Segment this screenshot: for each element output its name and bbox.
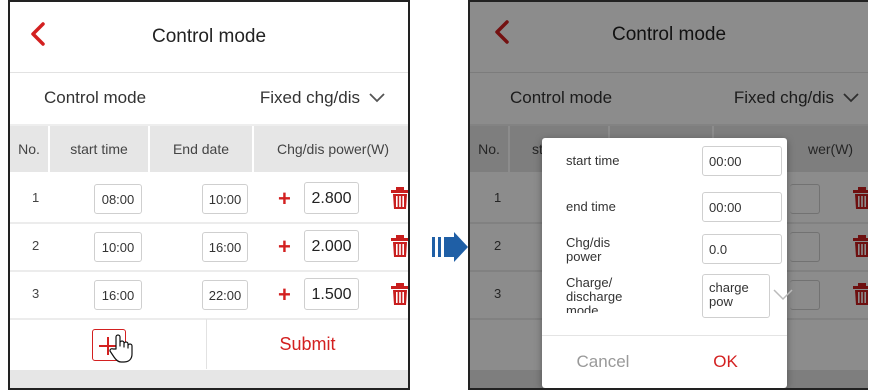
column-header-end-date: End date bbox=[150, 126, 254, 172]
start-time-label: start time bbox=[566, 153, 620, 168]
control-mode-value: Fixed chg/dis bbox=[259, 88, 360, 107]
plus-sign-button[interactable]: + bbox=[278, 233, 291, 261]
mode-select-value: pow bbox=[709, 294, 733, 309]
start-time-input[interactable]: 16:00 bbox=[94, 280, 142, 310]
end-time-input[interactable]: 16:00 bbox=[202, 232, 248, 262]
start-time-input[interactable]: 08:00 bbox=[94, 184, 142, 214]
footer-bar: Submit bbox=[10, 319, 408, 369]
end-time-input[interactable]: 22:00 bbox=[202, 280, 248, 310]
column-header-start-time: start time bbox=[50, 126, 150, 172]
row-number: 2 bbox=[32, 238, 40, 253]
bottom-bar bbox=[10, 370, 408, 388]
row-number: 3 bbox=[32, 286, 40, 301]
edit-row-dialog: start time 00:00 end time 00:00 Chg/dis … bbox=[542, 138, 793, 388]
table-row: 2 10:00 16:00 + 2.000 bbox=[10, 224, 408, 272]
control-mode-select[interactable]: Fixed chg/dis bbox=[260, 88, 386, 108]
cancel-button[interactable]: Cancel bbox=[542, 352, 664, 372]
trash-icon[interactable] bbox=[390, 282, 410, 306]
page-title: Control mode bbox=[151, 26, 267, 47]
end-time-input[interactable]: 00:00 bbox=[702, 192, 782, 222]
start-time-input[interactable]: 00:00 bbox=[702, 146, 782, 176]
control-mode-label: Control mode bbox=[44, 88, 147, 107]
transition-arrow-icon bbox=[432, 232, 468, 262]
hand-cursor-icon bbox=[109, 334, 133, 363]
power-label: Chg/dis power bbox=[566, 236, 610, 264]
trash-icon[interactable] bbox=[390, 234, 410, 258]
power-input[interactable]: 1.500 bbox=[304, 278, 359, 310]
table-header: No. start time End date Chg/dis power(W) bbox=[10, 126, 408, 172]
mode-select-value: charge bbox=[709, 280, 749, 295]
dialog-buttons: Cancel OK bbox=[542, 335, 787, 388]
row-number: 1 bbox=[32, 190, 40, 205]
chevron-down-icon bbox=[369, 93, 385, 103]
start-time-input[interactable]: 10:00 bbox=[94, 232, 142, 262]
submit-button[interactable]: Submit bbox=[206, 319, 408, 369]
ok-button[interactable]: OK bbox=[664, 352, 787, 372]
mode-select[interactable]: charge pow bbox=[702, 274, 770, 318]
header: Control mode bbox=[10, 2, 408, 73]
column-header-power: Chg/dis power(W) bbox=[276, 141, 390, 157]
power-input[interactable]: 0.0 bbox=[702, 234, 782, 264]
end-time-label: end time bbox=[566, 199, 616, 214]
chevron-down-icon[interactable] bbox=[772, 288, 794, 302]
mode-label: Charge/ discharge mode bbox=[566, 275, 623, 314]
power-input[interactable]: 2.000 bbox=[304, 230, 359, 262]
power-label-line: power bbox=[566, 249, 602, 264]
table-row: 3 16:00 22:00 + 1.500 bbox=[10, 272, 408, 320]
plus-sign-button[interactable]: + bbox=[278, 185, 291, 213]
power-input[interactable]: 2.800 bbox=[304, 182, 359, 214]
plus-sign-button[interactable]: + bbox=[278, 281, 291, 309]
mode-label-line: discharge bbox=[566, 289, 623, 304]
table-row: 1 08:00 10:00 + 2.800 bbox=[10, 176, 408, 224]
left-screen: Control mode Control mode Fixed chg/dis … bbox=[8, 0, 410, 390]
end-time-input[interactable]: 10:00 bbox=[202, 184, 248, 214]
mode-label-line: mode bbox=[566, 304, 599, 313]
right-screen: Control mode Control mode Fixed chg/dis … bbox=[468, 0, 868, 390]
mode-label-line: Charge/ bbox=[566, 275, 613, 290]
power-label-line: Chg/dis bbox=[566, 235, 611, 250]
trash-icon[interactable] bbox=[390, 186, 410, 210]
control-mode-row[interactable]: Control mode Fixed chg/dis bbox=[10, 74, 408, 130]
column-header-no: No. bbox=[10, 126, 50, 172]
